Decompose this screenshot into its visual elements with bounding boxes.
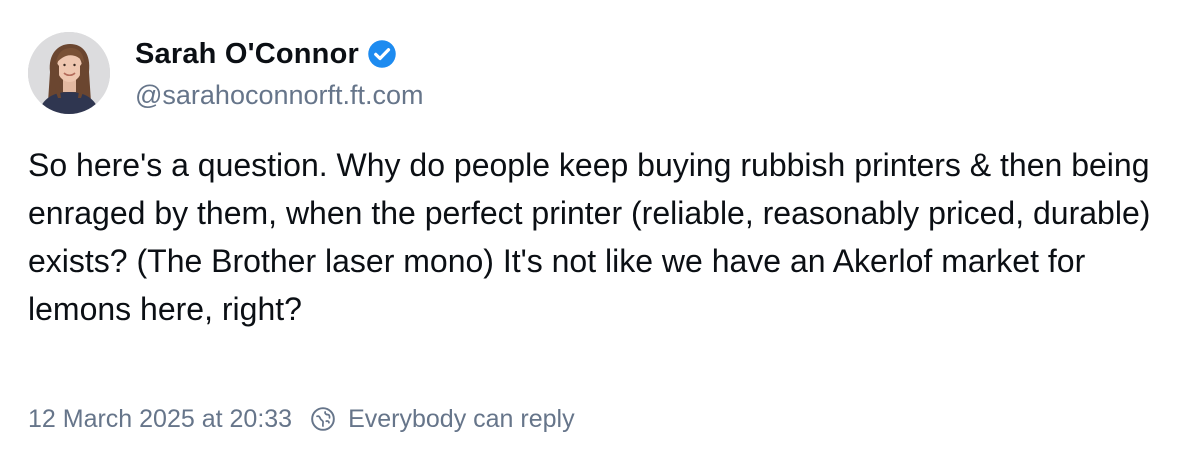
author-name-row: Sarah O'Connor: [135, 34, 397, 74]
globe-reply-icon: [310, 406, 336, 432]
author-name[interactable]: Sarah O'Connor: [135, 38, 359, 71]
post-meta: 12 March 2025 at 20:33 Everybody can rep…: [28, 401, 575, 437]
avatar-photo-icon: [28, 32, 110, 114]
post-text: So here's a question. Why do people keep…: [28, 147, 1151, 327]
author-avatar[interactable]: [28, 32, 110, 114]
post-card: Sarah O'Connor @sarahoconnorft.ft.com So…: [0, 0, 1193, 460]
author-handle[interactable]: @sarahoconnorft.ft.com: [135, 80, 424, 111]
verified-badge-icon: [367, 39, 397, 69]
reply-setting-label[interactable]: Everybody can reply: [348, 405, 575, 434]
post-timestamp[interactable]: 12 March 2025 at 20:33: [28, 405, 292, 434]
